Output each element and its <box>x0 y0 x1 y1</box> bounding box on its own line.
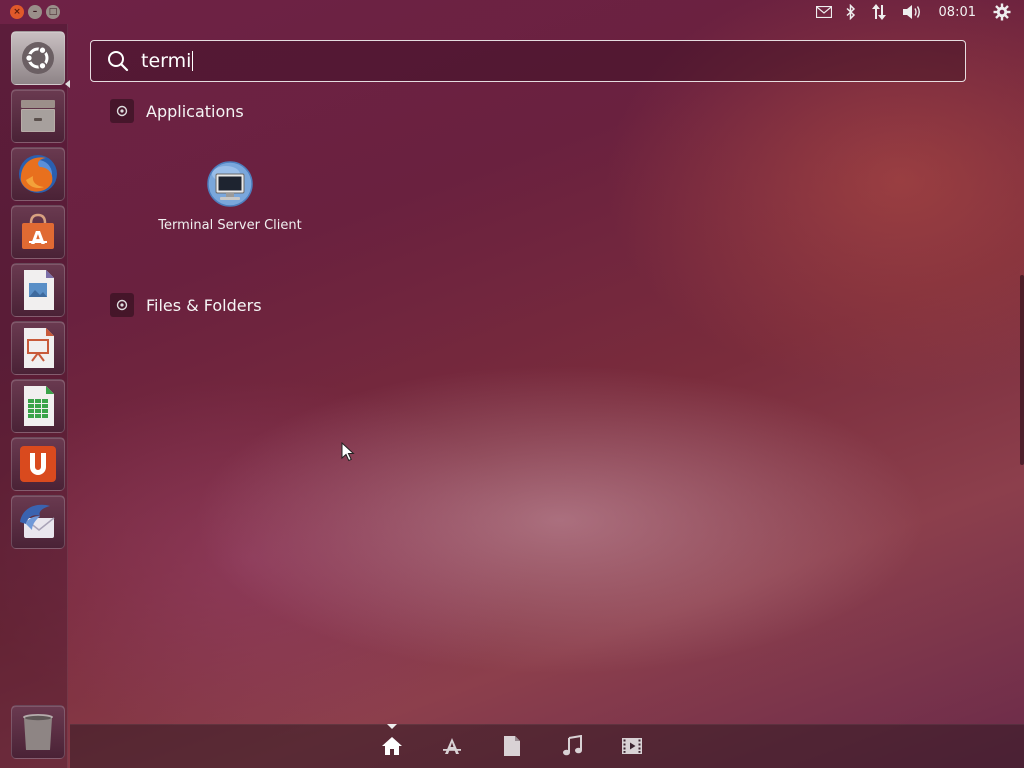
svg-text:A: A <box>31 228 45 249</box>
home-icon <box>382 737 402 755</box>
launcher-thunderbird[interactable] <box>11 495 65 549</box>
lens-bar <box>70 724 1024 768</box>
firefox-icon <box>19 155 57 193</box>
window-controls: × – □ <box>10 5 60 19</box>
clock[interactable]: 08:01 <box>929 5 986 20</box>
category-files-folders-label: Files & Folders <box>146 295 262 315</box>
mail-icon[interactable] <box>809 0 839 24</box>
ubuntu-logo-icon <box>22 42 54 74</box>
trash-icon <box>23 714 53 750</box>
minimize-window-button[interactable]: – <box>28 5 42 19</box>
launcher-ubuntu-one[interactable] <box>11 437 65 491</box>
lens-music[interactable] <box>560 734 584 758</box>
result-terminal-server-client[interactable]: Terminal Server Client <box>150 160 310 233</box>
lens-video[interactable] <box>620 734 644 758</box>
indicator-area: 08:01 <box>809 0 1024 24</box>
launcher-firefox[interactable] <box>11 147 65 201</box>
applications-filter-icon <box>110 99 134 123</box>
launcher-active-indicator <box>65 80 70 88</box>
gear-icon[interactable] <box>986 0 1018 24</box>
lens-applications[interactable] <box>440 734 464 758</box>
launcher-dash-home[interactable] <box>11 31 65 85</box>
launcher-libreoffice-calc[interactable] <box>11 379 65 433</box>
remote-desktop-icon <box>207 161 253 207</box>
dash-search-box[interactable]: termi <box>90 40 966 82</box>
file-cabinet-icon <box>21 100 55 132</box>
ubuntu-one-icon <box>20 446 56 482</box>
search-icon <box>107 50 129 72</box>
close-window-button[interactable]: × <box>10 5 24 19</box>
search-input[interactable]: termi <box>141 50 191 72</box>
files-filter-icon <box>110 293 134 317</box>
launcher: A <box>0 24 70 768</box>
film-icon <box>622 738 642 754</box>
applications-icon <box>443 738 461 754</box>
text-caret <box>192 51 194 71</box>
category-applications-label: Applications <box>146 101 244 121</box>
presentation-icon <box>24 328 54 368</box>
category-files-folders[interactable]: Files & Folders <box>110 293 262 317</box>
volume-icon[interactable] <box>895 0 929 24</box>
launcher-libreoffice-impress[interactable] <box>11 321 65 375</box>
thunderbird-icon <box>20 504 55 538</box>
shopping-bag-icon: A <box>22 213 54 249</box>
maximize-window-button[interactable]: □ <box>46 5 60 19</box>
lens-files[interactable] <box>500 734 524 758</box>
spreadsheet-icon <box>24 386 54 426</box>
network-icon[interactable] <box>863 0 895 24</box>
scrollbar[interactable] <box>1020 275 1024 465</box>
launcher-files[interactable] <box>11 89 65 143</box>
active-lens-indicator <box>387 724 397 729</box>
file-icon <box>504 736 520 756</box>
lens-home[interactable] <box>380 734 404 758</box>
category-applications[interactable]: Applications <box>110 99 244 123</box>
top-panel: × – □ 08:01 <box>0 0 1024 24</box>
bluetooth-icon[interactable] <box>839 0 863 24</box>
launcher-software-center[interactable]: A <box>11 205 65 259</box>
launcher-trash[interactable] <box>11 705 65 759</box>
launcher-libreoffice-draw[interactable] <box>11 263 65 317</box>
document-image-icon <box>24 270 54 310</box>
result-label: Terminal Server Client <box>158 218 302 233</box>
mouse-pointer-icon <box>341 442 355 462</box>
music-note-icon <box>563 735 582 756</box>
